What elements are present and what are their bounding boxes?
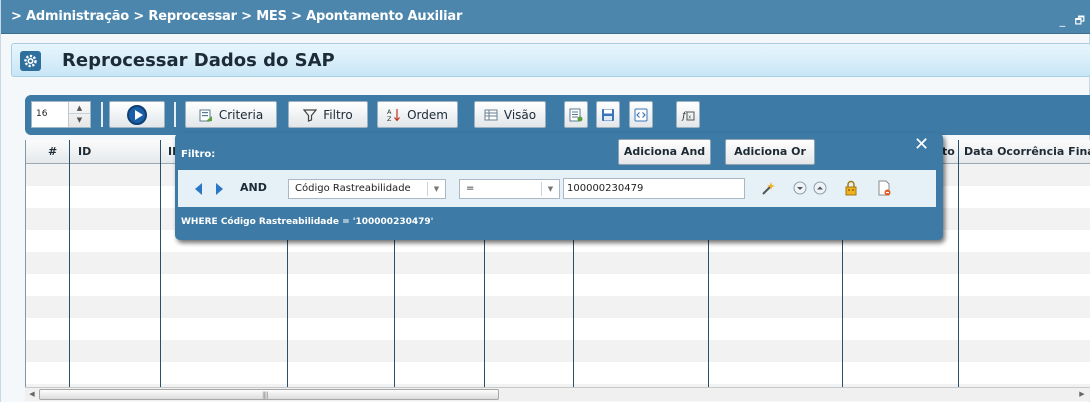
table-row[interactable] xyxy=(26,362,1090,384)
grid-view-icon xyxy=(484,109,498,120)
grip-icon: |||| xyxy=(262,391,269,399)
comparator-select[interactable]: = ▼ xyxy=(459,179,560,199)
ordem-label: Ordem xyxy=(407,107,448,122)
gear-icon xyxy=(20,51,41,71)
column-divider xyxy=(958,140,959,388)
save-icon xyxy=(602,108,614,121)
scrollbar-thumb[interactable]: |||| xyxy=(39,389,499,400)
visao-label: Visão xyxy=(503,107,537,122)
minimize-icon[interactable]: _ xyxy=(1060,14,1066,27)
svg-text:x: x xyxy=(688,114,691,120)
breadcrumb-bar: > Administração > Reprocessar > MES > Ap… xyxy=(1,0,1090,34)
page-size-stepper[interactable]: 16 ▲ ▼ xyxy=(31,101,91,128)
funnel-icon xyxy=(303,108,318,122)
code-icon xyxy=(634,108,648,121)
toolbar-separator xyxy=(174,102,176,127)
table-row[interactable] xyxy=(26,340,1090,362)
move-left-icon[interactable] xyxy=(195,183,202,195)
scroll-left-icon[interactable]: ◀ xyxy=(25,388,39,401)
breadcrumb[interactable]: > Administração > Reprocessar > MES > Ap… xyxy=(11,9,462,24)
field-select-value: Código Rastreabilidade xyxy=(295,183,411,194)
stepper-down-icon[interactable]: ▼ xyxy=(69,114,90,126)
column-header-partial[interactable]: to xyxy=(940,140,960,164)
horizontal-scrollbar[interactable]: ◀ |||| ▶ xyxy=(25,387,1090,401)
field-select[interactable]: Código Rastreabilidade ▼ xyxy=(288,179,446,199)
svg-text:Z: Z xyxy=(387,115,392,122)
function-icon: f x xyxy=(681,111,695,122)
page-header: Reprocessar Dados do SAP xyxy=(11,43,1090,77)
code-button[interactable] xyxy=(629,101,653,128)
criteria-icon xyxy=(199,109,212,121)
criteria-label: Criteria xyxy=(218,107,264,122)
save-button[interactable] xyxy=(596,101,620,128)
filtro-label: Filtro xyxy=(323,107,353,122)
move-down-icon[interactable] xyxy=(792,180,808,196)
table-row[interactable] xyxy=(26,296,1090,318)
app-window: > Administração > Reprocessar > MES > Ap… xyxy=(0,0,1090,402)
scroll-right-icon[interactable]: ▶ xyxy=(1075,388,1089,401)
filter-label: Filtro: xyxy=(181,149,216,160)
filter-value-input[interactable]: 100000230479 xyxy=(563,178,745,199)
page-size-value[interactable]: 16 xyxy=(36,109,47,119)
delete-condition-icon[interactable] xyxy=(876,180,892,196)
add-and-button[interactable]: Adiciona And xyxy=(618,139,711,165)
filter-condition-row: AND Código Rastreabilidade ▼ = ▼ 1000002… xyxy=(178,170,936,207)
where-clause: WHERE Código Rastreabilidade = '10000023… xyxy=(181,217,434,227)
magic-wand-icon[interactable] xyxy=(760,180,776,196)
lock-icon[interactable] xyxy=(843,180,859,196)
page-title: Reprocessar Dados do SAP xyxy=(62,50,335,71)
chevron-down-icon[interactable]: ▼ xyxy=(541,182,559,196)
play-icon xyxy=(127,104,147,125)
move-right-icon[interactable] xyxy=(216,183,223,195)
filter-popup: Filtro: Adiciona And Adiciona Or ✕ AND C… xyxy=(175,133,943,240)
restore-icon[interactable]: 🗗 xyxy=(1075,12,1085,31)
ordem-button[interactable]: A Z Ordem xyxy=(377,101,458,128)
comparator-select-value: = xyxy=(466,183,475,194)
add-or-button[interactable]: Adiciona Or xyxy=(725,139,815,165)
sort-az-icon: A Z xyxy=(387,108,401,122)
execute-button[interactable] xyxy=(109,101,165,128)
window-controls: _ 🗗 xyxy=(1054,12,1085,31)
column-header-data-ocorrencia-final[interactable]: Data Ocorrência Final xyxy=(959,140,1090,164)
column-header-index[interactable]: # xyxy=(26,140,70,164)
export-sheet-icon xyxy=(569,108,583,121)
filtro-button[interactable]: Filtro xyxy=(288,101,368,128)
criteria-button[interactable]: Criteria xyxy=(185,101,277,128)
stepper-up-icon[interactable]: ▲ xyxy=(69,102,90,114)
logical-operator: AND xyxy=(240,181,267,194)
function-button[interactable]: f x xyxy=(676,101,700,128)
chevron-down-icon[interactable]: ▼ xyxy=(427,182,445,196)
move-up-icon[interactable] xyxy=(812,180,828,196)
column-header-id[interactable]: ID xyxy=(70,140,160,164)
table-row[interactable] xyxy=(26,252,1090,274)
visao-button[interactable]: Visão xyxy=(474,101,546,128)
toolbar-separator xyxy=(101,102,103,127)
export-button[interactable] xyxy=(564,101,588,128)
close-icon[interactable]: ✕ xyxy=(914,136,929,154)
stepper-arrows[interactable]: ▲ ▼ xyxy=(68,102,90,127)
table-row[interactable] xyxy=(26,318,1090,340)
column-divider xyxy=(160,140,161,388)
table-row[interactable] xyxy=(26,274,1090,296)
toolbar: 16 ▲ ▼ Criteria Filtro A Z Ordem Visão f… xyxy=(25,95,1090,135)
column-divider xyxy=(69,140,70,388)
